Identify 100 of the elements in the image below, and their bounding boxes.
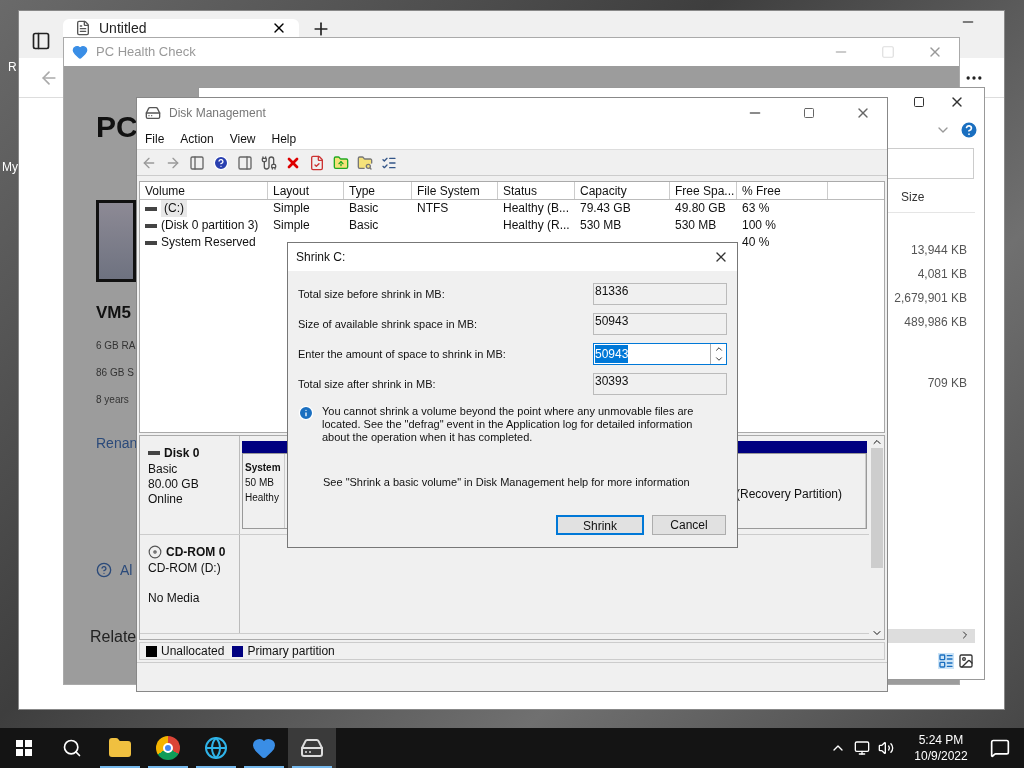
field-label: Size of available shrink space in MB: (298, 316, 479, 332)
table-cell: Healthy (B... (503, 200, 570, 217)
partition-info: Healthy (245, 491, 280, 505)
device-spec: 8 years (96, 392, 129, 407)
file-size: 709 KB (927, 375, 967, 392)
column-header[interactable]: File System (412, 182, 498, 199)
taskbar-app[interactable] (288, 728, 336, 768)
column-header[interactable]: Capacity (575, 182, 670, 199)
disc-icon (148, 545, 162, 559)
help-icon (96, 562, 112, 578)
cable-icon[interactable] (261, 154, 277, 171)
table-cell: Healthy (R... (503, 217, 570, 234)
device-spec: 86 GB S (96, 365, 134, 380)
readonly-field: 30393 (593, 373, 727, 395)
menu-item[interactable]: Action (180, 129, 214, 148)
column-header[interactable]: Status (498, 182, 575, 199)
thumbnail-view-icon[interactable] (958, 653, 974, 669)
table-cell: 63 % (742, 200, 770, 217)
info-text: You cannot shrink a volume beyond the point where any unmovable files are located. See the "defrag" event in the Application log for detailed information about the operation when it has completed. (322, 405, 695, 444)
help-icon[interactable] (959, 120, 979, 140)
file-size: 489,986 KB (904, 314, 967, 331)
partition-box[interactable]: System 50 MB Healthy (243, 454, 285, 528)
maximize-icon[interactable] (803, 107, 815, 119)
file-size: 4,081 KB (917, 266, 967, 283)
table-cell: System Reserved (161, 234, 256, 251)
column-header[interactable]: Type (344, 182, 412, 199)
table-cell: 100 % (742, 217, 777, 234)
table-cell: (Disk 0 partition 3) (161, 217, 259, 234)
legend-label: Primary partition (247, 643, 335, 660)
menu-item[interactable]: Help (271, 129, 297, 148)
folder-search-icon[interactable] (357, 154, 373, 171)
partition-info: System (245, 461, 282, 475)
disk-info: No Media (148, 591, 201, 606)
network-icon[interactable] (854, 740, 870, 756)
menu-item[interactable]: File (145, 129, 165, 148)
spin-down-icon[interactable] (713, 354, 724, 364)
readonly-field: 50943 (593, 313, 727, 335)
menu-item[interactable]: View (229, 129, 256, 148)
windows-icon[interactable] (16, 740, 32, 756)
drive-icon (148, 451, 160, 455)
table-cell: Simple (273, 217, 310, 234)
folder-icon (108, 736, 132, 760)
notification-icon[interactable] (990, 738, 1010, 758)
field-label: Total size before shrink in MB: (298, 286, 446, 302)
column-header[interactable]: Free Spa... (670, 182, 737, 199)
help-icon[interactable] (213, 154, 229, 171)
disk-name: Disk 0 (164, 445, 200, 462)
legend-label: Unallocated (161, 643, 225, 660)
shrink-button[interactable]: Shrink (556, 515, 644, 535)
field-label: Enter the amount of space to shrink in MB: (298, 346, 507, 362)
column-header[interactable]: Size (901, 188, 925, 206)
info-icon (298, 405, 314, 421)
panel-icon[interactable] (31, 31, 51, 51)
table-cell: Basic (349, 217, 379, 234)
disk-info: Online (148, 492, 184, 507)
cancel-button[interactable]: Cancel (652, 515, 726, 535)
drive-icon (145, 240, 157, 245)
table-cell: 79.43 GB (580, 200, 631, 217)
disk-name: CD-ROM 0 (166, 544, 226, 561)
spin-up-icon[interactable] (713, 344, 724, 354)
window-title: PC Health Check (96, 43, 197, 62)
table-cell: 49.80 GB (675, 200, 726, 217)
desktop-icon-label[interactable]: My (2, 158, 18, 176)
table-cell: Basic (349, 200, 379, 217)
column-header[interactable]: % Free (737, 182, 828, 199)
notepad-tab[interactable]: Untitled (63, 19, 299, 37)
column-header[interactable]: Layout (268, 182, 344, 199)
heart-icon (252, 736, 276, 760)
drive-icon (145, 206, 157, 211)
browser-icon (204, 736, 228, 760)
readonly-field: 81336 (593, 283, 727, 305)
clock[interactable]: 5:24 PM 10/9/2022 (906, 732, 976, 764)
folder-up-icon[interactable] (333, 154, 349, 171)
disk-info: CD-ROM (D:) (148, 561, 222, 576)
check-document-icon[interactable] (309, 154, 325, 171)
device-spec: 6 GB RA (96, 338, 136, 353)
drive-icon (145, 223, 157, 228)
disk-info: 80.00 GB (148, 477, 200, 492)
file-size: 2,679,901 KB (894, 290, 967, 307)
maximize-icon[interactable] (913, 96, 925, 108)
heart-icon (72, 44, 88, 60)
table-cell: Simple (273, 200, 310, 217)
help-text: See "Shrink a basic volume" in Disk Management help for more information (322, 475, 691, 490)
table-cell: NTFS (417, 200, 449, 217)
search-icon[interactable] (62, 738, 82, 758)
details-view-icon[interactable] (938, 653, 954, 669)
desktop-icon-label[interactable]: R (8, 58, 17, 76)
browser-icon (156, 736, 180, 760)
scrollbar[interactable] (869, 436, 884, 639)
window-title: Disk Management (169, 105, 267, 122)
table-cell: (C:) (161, 200, 187, 217)
file-size: 13,944 KB (910, 242, 967, 259)
document-icon (75, 20, 91, 36)
field-label: Total size after shrink in MB: (298, 376, 437, 392)
disk-info: Basic (148, 462, 179, 477)
dialog-title: Shrink C: (296, 249, 347, 266)
page-heading: PC (96, 112, 138, 142)
column-header[interactable]: Volume (140, 182, 268, 199)
volume-icon[interactable] (878, 740, 894, 756)
amount-spin-field[interactable]: 50943 (593, 343, 727, 365)
